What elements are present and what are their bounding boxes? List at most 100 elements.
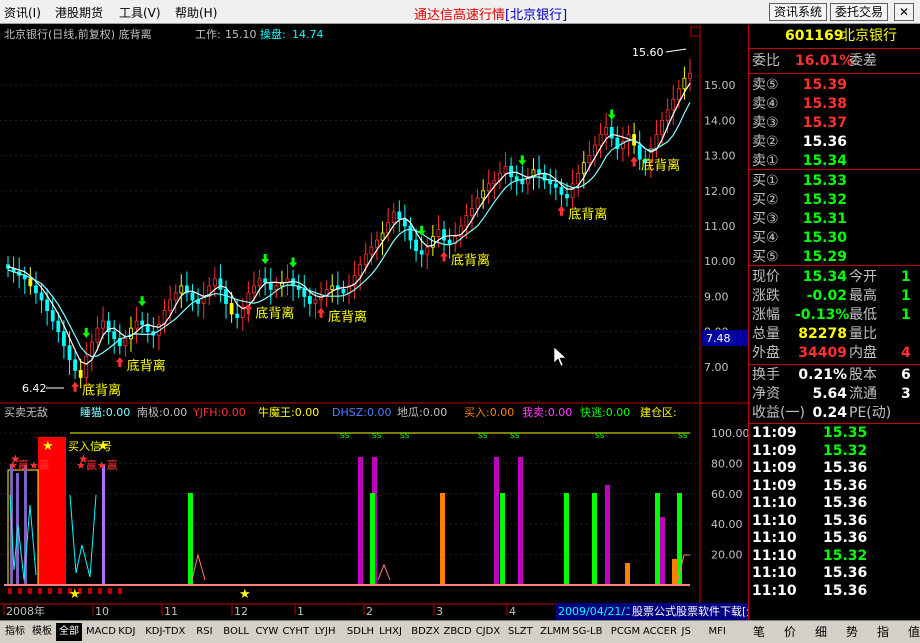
tab-rsi[interactable]: RSI — [193, 623, 215, 641]
ask-row[interactable]: 卖② 15.36 — [749, 133, 920, 152]
candle-body — [302, 288, 307, 297]
tab-macd[interactable]: MACD — [83, 623, 119, 641]
tab-cyht[interactable]: CYHT — [280, 623, 313, 641]
indicator-legend-item: 建仓区: — [640, 405, 677, 419]
tab-lyjh[interactable]: LYJH — [312, 623, 339, 641]
tab-pcgm[interactable]: PCGM — [608, 623, 643, 641]
tab-boll[interactable]: BOLL — [220, 623, 252, 641]
indicator-tick: 20.00 — [711, 549, 743, 562]
tick-mark — [48, 588, 52, 594]
tab-模板[interactable]: 模板 — [29, 623, 55, 641]
stat-label: 换手 — [752, 367, 780, 383]
tab-lhxj[interactable]: LHXJ — [376, 623, 405, 641]
tab-全部[interactable]: 全部 — [56, 623, 82, 641]
ratio-value: 16.01% — [795, 53, 854, 69]
candle-body — [168, 299, 173, 311]
candle-body — [363, 253, 368, 266]
candle-body — [598, 134, 603, 146]
right-tab[interactable]: 势 — [846, 623, 858, 641]
stat-value: 1 — [901, 269, 911, 285]
indicator-legend-item: DHSZ:0.00 — [332, 406, 391, 419]
candle-body — [330, 285, 335, 290]
date-tick: 4 — [509, 605, 516, 618]
tick-time: 11:10 — [752, 565, 797, 581]
stat-value: 6 — [901, 367, 911, 383]
indicator-tick: 100.00 — [711, 427, 748, 440]
tab-cyw[interactable]: CYW — [253, 623, 282, 641]
candle-body — [492, 179, 497, 185]
cluster-mark: ss — [478, 431, 488, 441]
candle-body — [671, 98, 676, 111]
signal-bar — [358, 457, 363, 585]
tab-指标[interactable]: 指标 — [2, 623, 28, 641]
candle-body — [397, 211, 402, 220]
tab-js[interactable]: JS — [679, 623, 694, 641]
bid-row[interactable]: 买① 15.33 — [749, 172, 920, 191]
bid-row-label: 买② — [752, 192, 779, 208]
tick-row: 11:10 15.36 — [749, 583, 920, 600]
tick-mark — [58, 588, 62, 594]
indicator-win-text-left: ★赢★赢 — [8, 458, 50, 472]
indicator-legend-item: 我卖:0.00 — [522, 406, 572, 419]
tab-kdj-tdx[interactable]: KDJ-TDX — [142, 623, 188, 641]
tab-cjdx[interactable]: CJDX — [473, 623, 503, 641]
indicator-legend-item: 睡猫:0.00 — [80, 406, 130, 419]
tick-row: 11:09 15.35 — [749, 425, 920, 442]
ask-row[interactable]: 卖⑤ 15.39 — [749, 76, 920, 95]
tab-mfi[interactable]: MFI — [706, 623, 729, 641]
tab-zbcd[interactable]: ZBCD — [441, 623, 475, 641]
tab-sg-lb[interactable]: SG-LB — [569, 623, 605, 641]
menu-help[interactable]: 帮助(H) — [175, 4, 217, 21]
price-low-label: 6.42 — [22, 382, 47, 395]
right-tab[interactable]: 指 — [877, 623, 889, 641]
tick-price: 15.35 — [823, 425, 868, 441]
tick-price: 15.36 — [823, 477, 868, 494]
signal-bar — [672, 559, 677, 585]
candle-body — [375, 239, 379, 248]
tab-bdzx[interactable]: BDZX — [408, 623, 442, 641]
menu-hk-futures[interactable]: 港股期货 — [55, 4, 103, 21]
tab-zlmm[interactable]: ZLMM — [537, 623, 573, 641]
menu-bar: 资讯(I) 港股期货 工具(V) 帮助(H) 通达信高速行情[北京银行] 资讯系… — [0, 0, 920, 24]
candle-body — [486, 183, 491, 192]
candle-body — [570, 183, 575, 199]
tab-accer[interactable]: ACCER — [640, 623, 680, 641]
bid-row[interactable]: 买④ 15.30 — [749, 229, 920, 248]
tick-time: 11:10 — [752, 547, 797, 564]
candle-body — [274, 285, 279, 290]
chart-area[interactable]: 北京银行(日线,前复权) 底背离 工作: 15.10 操盘: 14.74 15.… — [0, 25, 748, 620]
tick-time: 11:10 — [752, 582, 797, 599]
right-tab[interactable]: 笔 — [753, 623, 765, 641]
ask-row[interactable]: 卖④ 15.38 — [749, 95, 920, 114]
trade-button[interactable]: 委托交易 — [830, 3, 889, 21]
signal-bar — [440, 493, 445, 585]
candle-body — [436, 229, 441, 237]
indicator-legend-item: 快逃:0.00 — [580, 406, 630, 419]
stat-value: 1 — [901, 288, 911, 304]
candle-body — [520, 179, 525, 185]
tab-kdj[interactable]: KDJ — [115, 623, 138, 641]
quote-panel: 601169 北京银行 委比 16.01% 委差 卖⑤ 15.39 卖④ 15.38 卖… — [748, 25, 920, 620]
right-tab[interactable]: 价 — [784, 623, 796, 641]
tab-sdlh[interactable]: SDLH — [344, 623, 377, 641]
right-tab[interactable]: 细 — [815, 623, 827, 641]
cluster-mark: ss — [510, 431, 520, 441]
candle-body — [576, 172, 581, 185]
candle-body — [475, 197, 480, 209]
right-tab[interactable]: 值 — [908, 623, 920, 641]
close-icon[interactable]: ✕ — [894, 3, 914, 21]
ask-row[interactable]: 卖③ 15.37 — [749, 114, 920, 133]
bid-row[interactable]: 买③ 15.31 — [749, 210, 920, 229]
signal-bar — [592, 493, 597, 585]
menu-info[interactable]: 资讯(I) — [4, 4, 41, 21]
candle-body — [39, 292, 44, 301]
separator — [749, 364, 920, 365]
candle-body — [447, 239, 452, 245]
info-system-button[interactable]: 资讯系统 — [769, 3, 828, 21]
candle-body — [252, 285, 256, 294]
tab-slzt[interactable]: SLZT — [505, 623, 536, 641]
signal-bar — [102, 465, 105, 585]
bid-row[interactable]: 买② 15.32 — [749, 191, 920, 210]
menu-tools[interactable]: 工具(V) — [119, 4, 161, 21]
stat-value: 82278 — [798, 326, 847, 342]
